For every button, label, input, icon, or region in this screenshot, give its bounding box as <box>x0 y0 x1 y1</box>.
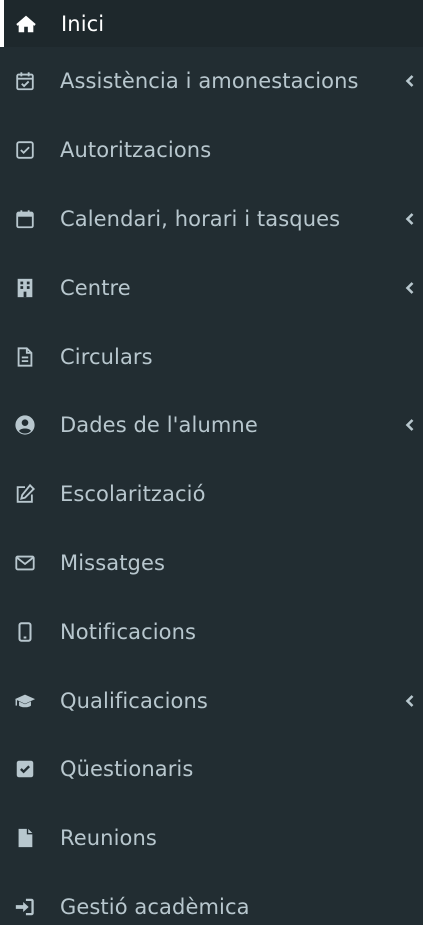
menu-item-label: Centre <box>60 275 131 300</box>
chevron-left-icon <box>403 74 417 88</box>
graduation-cap-icon <box>13 689 37 713</box>
menu-item-questionaris[interactable]: Qüestionaris <box>0 735 423 804</box>
menu-item-label: Escolarització <box>60 482 206 507</box>
menu-item-label: Dades de l'alumne <box>60 413 258 438</box>
menu-item-label: Calendari, horari i tasques <box>60 206 341 231</box>
menu-item-reunions[interactable]: Reunions <box>0 804 423 873</box>
menu-item-circulars[interactable]: Circulars <box>0 322 423 391</box>
menu-item-label: Qüestionaris <box>60 757 194 782</box>
menu-item-notificacions[interactable]: Notificacions <box>0 597 423 666</box>
menu-item-escolaritzacio[interactable]: Escolarització <box>0 460 423 529</box>
user-circle-icon <box>13 413 37 437</box>
menu-item-inici[interactable]: Inici <box>0 0 423 47</box>
check-square-icon <box>13 757 37 781</box>
chevron-left-icon <box>403 418 417 432</box>
menu-item-qualificacions[interactable]: Qualificacions <box>0 666 423 735</box>
menu-item-label: Circulars <box>60 344 153 369</box>
menu-item-label: Qualificacions <box>60 688 208 713</box>
menu-list: Inici Assistència i amonestacions Autori… <box>0 0 423 925</box>
menu-item-label: Gestió acadèmica <box>60 894 250 919</box>
file-text-icon <box>13 345 37 369</box>
envelope-icon <box>13 551 37 575</box>
menu-item-autoritzacions[interactable]: Autoritzacions <box>0 116 423 185</box>
mobile-icon <box>13 620 37 644</box>
calendar-icon <box>13 207 37 231</box>
menu-item-dades-alumne[interactable]: Dades de l'alumne <box>0 391 423 460</box>
menu-item-label: Reunions <box>60 826 157 851</box>
menu-item-missatges[interactable]: Missatges <box>0 529 423 598</box>
building-icon <box>13 276 37 300</box>
menu-item-label: Autoritzacions <box>60 138 212 163</box>
checkbox-icon <box>13 138 37 162</box>
file-icon <box>13 826 37 850</box>
calendar-check-icon <box>13 69 37 93</box>
menu-item-centre[interactable]: Centre <box>0 253 423 322</box>
menu-item-label: Missatges <box>60 550 166 575</box>
menu-item-assistencia[interactable]: Assistència i amonestacions <box>0 47 423 116</box>
chevron-left-icon <box>403 212 417 226</box>
chevron-left-icon <box>403 281 417 295</box>
home-icon <box>14 12 38 36</box>
sign-in-icon <box>13 895 37 919</box>
menu-item-gestio-academica[interactable]: Gestió acadèmica <box>0 873 423 925</box>
menu-item-label: Inici <box>61 11 105 36</box>
sidebar-menu: Inici Assistència i amonestacions Autori… <box>0 0 423 925</box>
menu-item-calendari[interactable]: Calendari, horari i tasques <box>0 185 423 254</box>
menu-item-label: Notificacions <box>60 619 197 644</box>
menu-item-label: Assistència i amonestacions <box>60 69 359 94</box>
chevron-left-icon <box>403 694 417 708</box>
edit-icon <box>13 482 37 506</box>
